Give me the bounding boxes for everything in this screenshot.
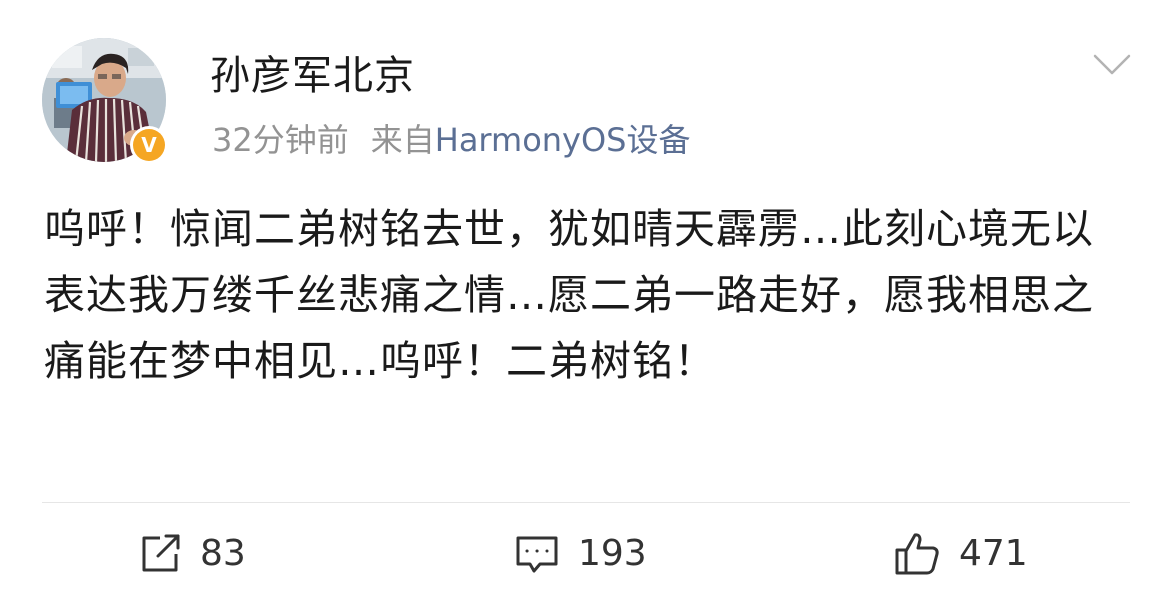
post-meta: 32分钟前 来自HarmonyOS设备 [212,118,691,162]
action-bar: 83 193 471 [0,503,1170,597]
chevron-down-icon [1093,54,1131,75]
repost-count: 83 [200,533,246,574]
repost-button[interactable]: 83 [138,531,246,577]
comment-button[interactable]: 193 [514,531,647,577]
thumbs-up-icon [895,533,939,575]
post-text: 呜呼！惊闻二弟树铭去世，犹如晴天霹雳…此刻心境无以表达我万缕千丝悲痛之情…愿二弟… [44,205,1094,385]
verified-badge-icon: V [130,126,168,164]
verified-badge-label: V [133,129,165,161]
comment-icon [516,536,558,573]
source-link[interactable]: HarmonyOS设备 [435,121,691,159]
like-count: 471 [959,533,1028,574]
source-prefix: 来自 [370,121,435,159]
post-time: 32分钟前 [212,121,349,159]
author-name[interactable]: 孙彦军北京 [210,50,415,102]
more-options-button[interactable] [1092,52,1132,78]
repost-icon [142,534,180,572]
like-button[interactable]: 471 [893,531,1028,577]
avatar[interactable]: V [42,38,168,164]
comment-count: 193 [578,533,647,574]
post-header: V 孙彦军北京 32分钟前 来自HarmonyOS设备 [0,0,1170,180]
